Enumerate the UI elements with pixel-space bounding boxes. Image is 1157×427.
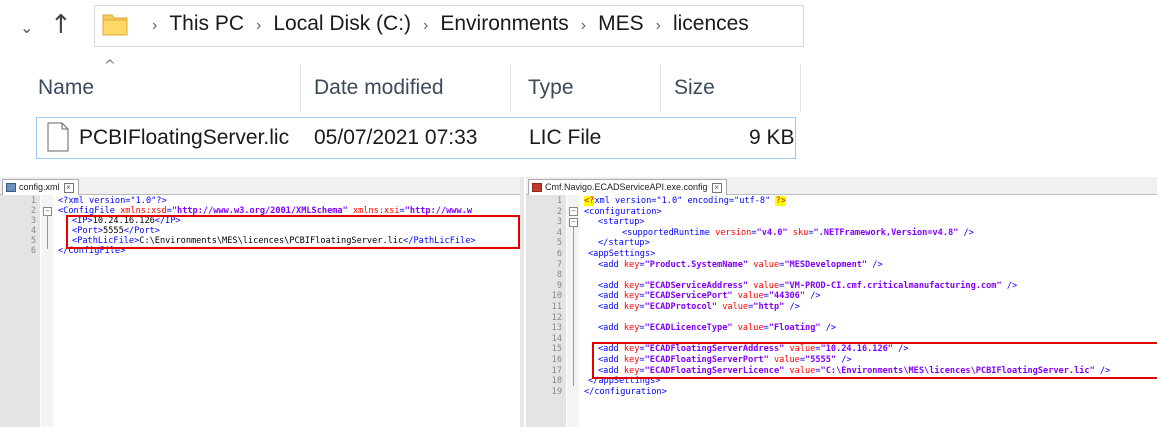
line-number: 5 — [556, 238, 562, 249]
code-area[interactable]: 1 2 3 4 5 6 7 8 9 10 11 12 13 14 15 16 1… — [526, 195, 1157, 427]
line-number: 10 — [551, 291, 562, 302]
column-header-size[interactable]: Size — [674, 76, 715, 100]
line-number: 6 — [30, 246, 36, 256]
code-line-1: <?xml version="1.0"?> — [58, 196, 167, 206]
file-size: 9 KB — [749, 126, 795, 149]
breadcrumb-local-disk[interactable]: Local Disk (C:) — [273, 12, 411, 35]
line-number: 3 — [30, 216, 36, 226]
code-line-5: </startup> — [598, 238, 650, 249]
line-number: 7 — [556, 259, 562, 270]
line-number: 4 — [30, 226, 36, 236]
breadcrumb-separator: › — [655, 17, 661, 34]
line-number: 1 — [30, 196, 36, 206]
code-line-7: <add key="Product.SystemName" value="MES… — [598, 259, 883, 270]
highlight-box — [66, 215, 520, 249]
pane-splitter[interactable] — [520, 177, 524, 427]
file-date: 05/07/2021 07:33 — [314, 126, 478, 149]
line-number: 6 — [556, 249, 562, 259]
line-number: 9 — [556, 280, 562, 291]
fold-line — [573, 226, 574, 386]
address-bar-area: ⌄ ↑ › This PC › Local Disk (C:) › Environment… — [0, 0, 1157, 58]
code-area[interactable]: 1 2 3 4 5 6 − <?xml version="1.0"?> <Con… — [0, 195, 520, 427]
fold-line — [47, 215, 48, 249]
line-number: 1 — [556, 196, 562, 206]
column-header-name[interactable]: Name — [38, 76, 94, 100]
tab-ecad-config[interactable]: Cmf.Navigo.ECADServiceAPI.exe.config × — [528, 179, 727, 195]
code-line-13: <add key="ECADLicenceType" value="Floati… — [598, 323, 837, 334]
tab-config-xml[interactable]: config.xml × — [2, 179, 79, 195]
line-number: 18 — [551, 376, 562, 387]
chevron-down-icon[interactable]: ⌄ — [20, 18, 33, 37]
right-editor: Cmf.Navigo.ECADServiceAPI.exe.config × 1 … — [526, 177, 1157, 427]
highlight-box — [592, 342, 1157, 379]
code-line-11: <add key="ECADProtocol" value="http" /> — [598, 302, 800, 312]
line-number: 19 — [551, 386, 562, 397]
breadcrumb-environments[interactable]: Environments — [440, 12, 568, 35]
code-line-3: <startup> — [598, 217, 645, 228]
column-divider[interactable] — [800, 64, 801, 112]
breadcrumb-separator: › — [152, 17, 158, 34]
line-number: 2 — [30, 206, 36, 216]
breadcrumb-this-pc[interactable]: This PC — [169, 12, 244, 35]
line-number: 4 — [556, 227, 562, 238]
breadcrumb-licences[interactable]: licences — [673, 12, 749, 35]
line-number: 2 — [556, 206, 562, 217]
line-number: 16 — [551, 355, 562, 365]
line-number: 5 — [30, 236, 36, 246]
line-number: 13 — [551, 323, 562, 334]
column-header-date[interactable]: Date modified — [314, 76, 444, 100]
right-tab-bar: Cmf.Navigo.ECADServiceAPI.exe.config × — [526, 177, 1157, 195]
code-line-1: <?xml version="1.0" encoding="utf-8" ?> — [584, 196, 786, 206]
line-number: 11 — [551, 302, 562, 312]
code-line-6: <appSettings> — [588, 249, 656, 259]
line-number: 14 — [551, 333, 562, 344]
up-arrow-icon[interactable]: ↑ — [50, 10, 72, 40]
breadcrumb-separator: › — [423, 17, 429, 34]
code-line-19: </configuration> — [584, 386, 667, 397]
column-header-row: Name Date modified Type Size — [0, 64, 820, 112]
column-header-type[interactable]: Type — [528, 76, 574, 100]
fold-toggle-icon[interactable]: − — [569, 207, 578, 216]
breadcrumb-separator: › — [580, 17, 587, 34]
left-tab-bar: config.xml × — [0, 177, 520, 195]
file-name: PCBIFloatingServer.lic — [79, 126, 290, 149]
line-number: 12 — [551, 312, 562, 323]
file-row[interactable]: PCBIFloatingServer.lic 05/07/2021 07:33 … — [36, 117, 796, 159]
file-icon — [47, 122, 69, 152]
column-divider[interactable] — [300, 64, 301, 112]
code-line-4: <supportedRuntime version="v4.0" sku=".N… — [622, 227, 974, 238]
column-divider[interactable] — [660, 64, 661, 112]
xml-file-icon — [532, 183, 542, 192]
column-divider[interactable] — [510, 64, 511, 112]
code-line-9: <add key="ECADServiceAddress" value="VM-… — [598, 280, 1018, 291]
breadcrumb-mes[interactable]: MES — [598, 12, 644, 35]
code-line-10: <add key="ECADServicePort" value="44306"… — [598, 291, 821, 302]
xml-file-icon — [6, 183, 16, 192]
left-editor: config.xml × 1 2 3 4 5 6 − <?xml version=… — [0, 177, 520, 427]
line-number: 3 — [556, 217, 562, 228]
folder-icon — [102, 14, 128, 36]
line-number: 15 — [551, 344, 562, 355]
tab-label: config.xml — [19, 182, 60, 192]
close-icon[interactable]: × — [63, 183, 74, 193]
line-number: 8 — [556, 270, 562, 281]
close-icon[interactable]: × — [711, 183, 722, 193]
breadcrumb: › This PC › Local Disk (C:) › Environments › ME… — [140, 12, 749, 36]
code-line-2: <configuration> — [584, 206, 662, 217]
file-type: LIC File — [529, 126, 602, 149]
breadcrumb-separator: › — [256, 17, 262, 34]
line-number: 17 — [551, 365, 562, 376]
tab-label: Cmf.Navigo.ECADServiceAPI.exe.config — [545, 182, 708, 192]
